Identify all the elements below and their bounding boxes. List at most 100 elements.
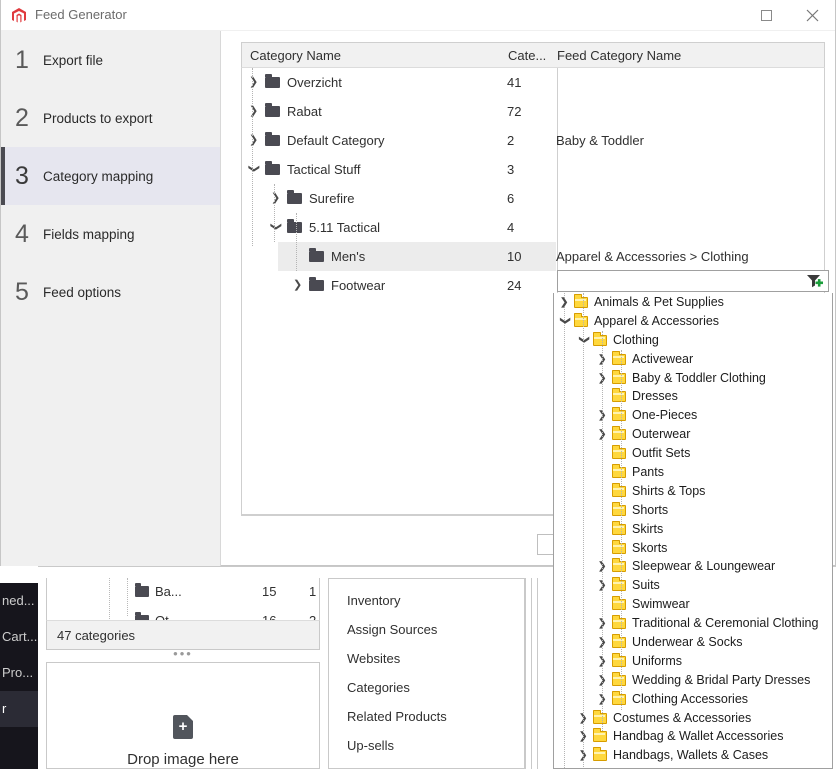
taxonomy-row[interactable]: ❯ Sleepwear & Loungewear [554,557,832,576]
taxonomy-label: Costumes & Accessories [613,710,752,725]
admin-nav-item[interactable]: Pro... [0,655,38,691]
table-row[interactable]: ❯ Overzicht 41 [241,68,825,97]
chevron-right-icon[interactable]: ❯ [598,580,608,591]
taxonomy-row[interactable]: Skirts [554,520,832,539]
chevron-right-icon[interactable]: ❯ [598,410,608,421]
product-section-menu-item[interactable]: Related Products [329,695,524,724]
product-section-menu-item[interactable]: Categories [329,666,524,695]
taxonomy-row[interactable]: ❯ Traditional & Ceremonial Clothing [554,614,832,633]
maximize-icon[interactable] [743,0,789,31]
chevron-right-icon[interactable]: ❯ [249,135,259,146]
wizard-step-2[interactable]: 2 Products to export [1,89,220,147]
chevron-down-icon[interactable]: ❯ [579,335,590,345]
chevron-right-icon[interactable]: ❯ [249,77,259,88]
taxonomy-label: Shorts [632,502,669,517]
taxonomy-row[interactable]: ❯ Animals & Pet Supplies [554,293,832,312]
table-row[interactable]: Ba... 15 1 [47,578,319,607]
taxonomy-row[interactable]: Pants [554,463,832,482]
chevron-right-icon[interactable]: ❯ [598,656,608,667]
wizard-step-3[interactable]: 3 Category mapping [1,147,220,205]
category-count-cell: 24 [507,278,522,293]
panel-splitter-handle[interactable]: ••• [46,647,320,661]
taxonomy-row[interactable]: Skorts [554,539,832,558]
taxonomy-row[interactable]: ❯ Handbags, Wallets & Cases [554,746,832,765]
wizard-step-1[interactable]: 1 Export file [1,31,220,89]
taxonomy-row[interactable]: ❯ Clothing Accessories [554,690,832,709]
dropzone-label: Drop image here [127,751,239,768]
chevron-right-icon[interactable]: ❯ [271,193,281,204]
table-row[interactable]: ❯ Surefire 6 [241,184,825,213]
taxonomy-row[interactable]: ❯ Apparel & Accessories [554,312,832,331]
chevron-right-icon[interactable]: ❯ [560,297,570,308]
taxonomy-row[interactable]: Dresses [554,387,832,406]
taxonomy-row[interactable]: Shorts [554,501,832,520]
chevron-right-icon[interactable]: ❯ [598,354,608,365]
admin-nav-label: Cart... [2,629,38,644]
product-section-menu-item[interactable]: Websites [329,637,524,666]
chevron-right-icon[interactable]: ❯ [293,280,303,291]
column-header-feed-category-name[interactable]: Feed Category Name [557,48,681,63]
taxonomy-search-input[interactable] [562,273,797,290]
product-section-menu-item[interactable]: Inventory [329,579,524,608]
column-header-category-name[interactable]: Category Name [250,48,341,63]
table-row[interactable]: ❯ 5.11 Tactical 4 [241,213,825,242]
admin-sidebar: ned... Cart... Pro... r [0,583,38,769]
taxonomy-row[interactable]: Outfit Sets [554,444,832,463]
menu-item-label: Categories [347,680,410,695]
column-header-category-count[interactable]: Cate... [508,48,546,63]
product-section-menu-item[interactable]: Assign Sources [329,608,524,637]
wizard-step-5[interactable]: 5 Feed options [1,263,220,321]
admin-nav-item[interactable]: r [0,691,38,727]
folder-icon [612,464,626,479]
filter-add-icon[interactable] [805,273,824,290]
admin-nav-item[interactable] [0,727,38,763]
product-section-menu-item[interactable]: Up-sells [329,724,524,753]
taxonomy-row[interactable]: ❯ Baby & Toddler Clothing [554,369,832,388]
menu-item-label: Websites [347,651,401,666]
admin-nav-item[interactable]: Cart... [0,619,38,655]
taxonomy-row[interactable]: ❯ Suits [554,576,832,595]
taxonomy-tree[interactable]: ❯ Animals & Pet Supplies ❯ Apparel & Access… [553,293,833,769]
taxonomy-row[interactable]: ❯ Wedding & Bridal Party Dresses [554,671,832,690]
chevron-right-icon[interactable]: ❯ [579,713,589,724]
chevron-down-icon[interactable]: ❯ [270,222,282,232]
table-row[interactable]: Men's 10 Apparel & Accessories > Clothing [241,242,825,271]
chevron-right-icon[interactable]: ❯ [598,618,608,629]
dialog-titlebar[interactable]: Feed Generator [1,0,835,31]
close-icon[interactable] [789,0,835,31]
taxonomy-row[interactable]: ❯ Clothing [554,331,832,350]
taxonomy-row[interactable]: ❯ One-Pieces [554,406,832,425]
wizard-step-number: 4 [15,219,29,248]
chevron-right-icon[interactable]: ❯ [598,694,608,705]
product-section-menu: Inventory Assign Sources Websites Categorie… [328,578,525,769]
wizard-step-4[interactable]: 4 Fields mapping [1,205,220,263]
chevron-down-icon[interactable]: ❯ [560,316,571,326]
chevron-right-icon[interactable]: ❯ [579,750,589,761]
chevron-right-icon[interactable]: ❯ [598,373,608,384]
taxonomy-row[interactable]: ❯ Underwear & Socks [554,633,832,652]
admin-nav-item[interactable]: ned... [0,583,38,619]
chevron-down-icon[interactable]: ❯ [248,164,260,174]
table-row[interactable]: ❯ Rabat 72 [241,97,825,126]
chevron-right-icon[interactable]: ❯ [249,106,259,117]
taxonomy-row[interactable]: Swimwear [554,595,832,614]
table-row[interactable]: ❯ Tactical Stuff 3 [241,155,825,184]
folder-icon [612,615,626,630]
taxonomy-row[interactable]: ❯ Costumes & Accessories [554,709,832,728]
taxonomy-label: Apparel & Accessories [594,313,720,328]
chevron-right-icon[interactable]: ❯ [579,731,589,742]
chevron-right-icon[interactable]: ❯ [598,429,608,440]
chevron-right-icon[interactable]: ❯ [598,675,608,686]
taxonomy-row[interactable]: Shirts & Tops [554,482,832,501]
taxonomy-row[interactable]: ❯ Activewear [554,350,832,369]
image-dropzone[interactable]: Drop image here Preview image [46,662,320,769]
taxonomy-row[interactable]: ❯ Uniforms [554,652,832,671]
taxonomy-label: Baby & Toddler Clothing [632,370,766,385]
taxonomy-row[interactable]: ❯ Handbag & Wallet Accessories [554,727,832,746]
table-row[interactable]: ❯ Default Category 2 Baby & Toddler [241,126,825,155]
folder-icon [612,501,626,516]
chevron-right-icon[interactable]: ❯ [598,637,608,648]
taxonomy-label: Shirts & Tops [632,483,706,498]
taxonomy-row[interactable]: ❯ Outerwear [554,425,832,444]
chevron-right-icon[interactable]: ❯ [598,561,608,572]
